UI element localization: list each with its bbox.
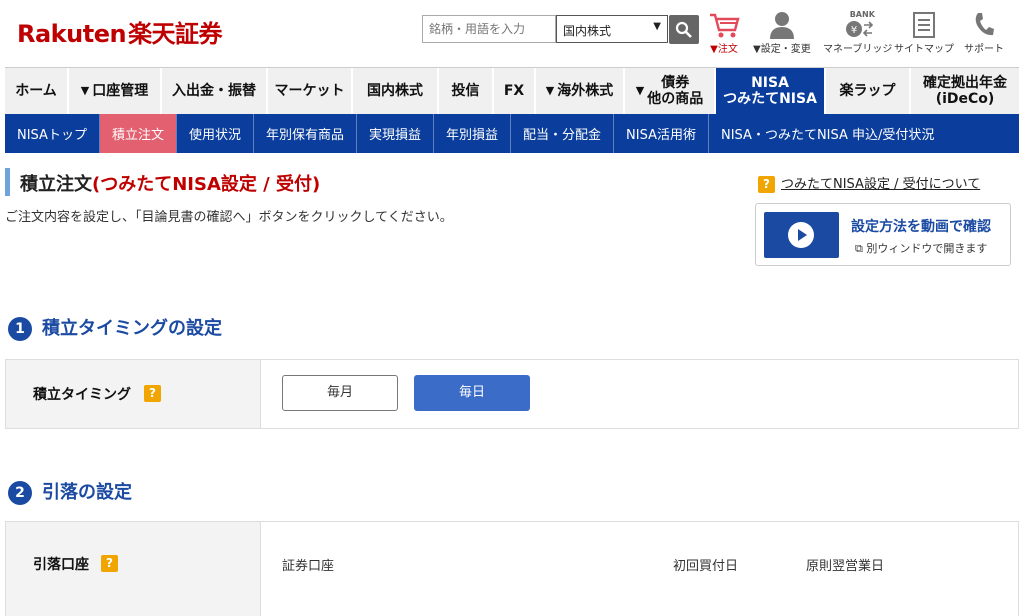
triangle-down-icon: ▼ bbox=[80, 84, 90, 97]
subnav-nisa-top[interactable]: NISAトップ bbox=[5, 114, 100, 153]
help-icon: ? bbox=[758, 176, 775, 193]
support-label: サポート bbox=[964, 44, 1004, 55]
nav-label: 投信 bbox=[451, 83, 480, 99]
subnav-yearly-holdings[interactable]: 年別保有商品 bbox=[254, 114, 357, 153]
rakuten-logo[interactable]: Rakuten楽天証券 bbox=[17, 14, 223, 49]
nav-ideco[interactable]: 確定拠出年金 (iDeCo) bbox=[911, 68, 1019, 114]
subnav-yearly-pl[interactable]: 年別損益 bbox=[434, 114, 512, 153]
nav-label: NISA bbox=[751, 75, 789, 91]
nav-label: 入出金・振替 bbox=[172, 83, 256, 99]
nav-deposit[interactable]: 入出金・振替 bbox=[162, 68, 268, 114]
nav-label: 債券 bbox=[661, 75, 690, 91]
sitemap-label: サイトマップ bbox=[894, 44, 954, 55]
nav-label: 口座管理 bbox=[92, 83, 149, 99]
page-title-main: 積立注文 bbox=[20, 174, 92, 195]
title-accent-bar bbox=[5, 168, 10, 196]
nav-bonds[interactable]: ▼ 債券 他の商品 bbox=[625, 68, 716, 114]
phone-icon bbox=[975, 13, 994, 36]
sitemap-link[interactable]: サイトマップ bbox=[894, 10, 954, 55]
timing-label-cell: 積立タイミング ? bbox=[6, 360, 261, 428]
svg-text:¥: ¥ bbox=[851, 25, 857, 36]
nav-rakuwrap[interactable]: 楽ラップ bbox=[826, 68, 911, 114]
daily-option-button[interactable]: 毎日 bbox=[414, 375, 530, 411]
page-title: 積立注文(つみたてNISA設定 / 受付) bbox=[20, 170, 320, 196]
nav-label: 海外株式 bbox=[557, 83, 614, 99]
logo-en: Rakuten bbox=[17, 20, 127, 48]
nav-label: 国内株式 bbox=[367, 83, 423, 99]
subnav-order[interactable]: 積立注文 bbox=[99, 114, 177, 153]
sub-nav: NISAトップ 積立注文 使用状況 年別保有商品 実現損益 年別損益 配当・分配… bbox=[5, 114, 1019, 153]
nav-label: ホーム bbox=[15, 83, 57, 99]
bank-icon: BANK ¥ bbox=[838, 10, 878, 40]
triangle-down-icon: ▼ bbox=[635, 84, 645, 97]
withdrawal-label-cell: 引落口座 ? bbox=[6, 522, 261, 616]
first-buy-value: 原則翌営業日 bbox=[806, 559, 885, 574]
market-select[interactable]: 国内株式 ▼ bbox=[556, 15, 668, 43]
market-select-value: 国内株式 bbox=[563, 24, 612, 38]
nav-home[interactable]: ホーム bbox=[5, 68, 69, 114]
settings-label: ▼設定・変更 bbox=[753, 44, 811, 55]
nav-foreign-stocks[interactable]: ▼ 海外株式 bbox=[536, 68, 625, 114]
step-number: 2 bbox=[8, 481, 32, 505]
account-value: 証券口座 bbox=[282, 559, 335, 574]
section-withdrawal-heading: 2 引落の設定 bbox=[8, 478, 132, 505]
instruction-text: ご注文内容を設定し、「目論見書の確認へ」ボタンをクリックしてください。 bbox=[5, 210, 453, 225]
user-icon bbox=[769, 12, 794, 39]
subnav-usage[interactable]: 使用状況 bbox=[177, 114, 254, 153]
settings-menu[interactable]: ▼設定・変更 bbox=[753, 10, 811, 55]
search-icon bbox=[675, 21, 692, 38]
header: Rakuten楽天証券 国内株式 ▼ ▼注文 ▼設定・変更 BANK bbox=[0, 0, 1024, 66]
nisa-help-link[interactable]: ? つみたてNISA設定 / 受付について bbox=[758, 173, 980, 193]
nav-label: FX bbox=[503, 83, 525, 99]
subnav-application-status[interactable]: NISA・つみたてNISA 申込/受付状況 bbox=[709, 114, 946, 153]
first-buy-label: 初回買付日 bbox=[673, 559, 739, 574]
money-bridge-label: マネーブリッジ bbox=[823, 44, 893, 55]
monthly-option-button[interactable]: 毎月 bbox=[282, 375, 398, 411]
page-title-sub: (つみたてNISA設定 / 受付) bbox=[92, 174, 321, 195]
step-number: 1 bbox=[8, 317, 32, 341]
play-icon bbox=[788, 222, 814, 248]
subnav-dividends[interactable]: 配当・分配金 bbox=[511, 114, 615, 153]
order-label: ▼注文 bbox=[710, 44, 738, 55]
support-link[interactable]: サポート bbox=[964, 10, 1004, 55]
nav-nisa[interactable]: NISA つみたてNISA bbox=[716, 68, 826, 114]
nav-label: 楽ラップ bbox=[839, 83, 896, 99]
nav-label: マーケット bbox=[274, 83, 345, 99]
help-link-text: つみたてNISA設定 / 受付について bbox=[781, 177, 981, 192]
subnav-nisa-tips[interactable]: NISA活用術 bbox=[614, 114, 709, 153]
money-bridge-link[interactable]: BANK ¥ マネーブリッジ bbox=[823, 10, 892, 55]
cart-icon bbox=[710, 13, 740, 38]
section-timing-heading: 1 積立タイミングの設定 bbox=[8, 314, 222, 341]
nav-account[interactable]: ▼ 口座管理 bbox=[69, 68, 162, 114]
main-nav: ホーム ▼ 口座管理 入出金・振替 マーケット 国内株式 投信 FX ▼ 海外株式 … bbox=[5, 67, 1019, 114]
nav-market[interactable]: マーケット bbox=[268, 68, 353, 114]
triangle-down-icon: ▼ bbox=[545, 84, 555, 97]
withdrawal-help-icon[interactable]: ? bbox=[101, 555, 118, 572]
sitemap-icon bbox=[913, 12, 935, 38]
nav-fx[interactable]: FX bbox=[494, 68, 536, 114]
nav-label: 確定拠出年金 bbox=[923, 75, 1007, 91]
section-title: 引落の設定 bbox=[42, 482, 132, 503]
order-menu[interactable]: ▼注文 bbox=[706, 10, 742, 55]
subnav-realized-pl[interactable]: 実現損益 bbox=[357, 114, 435, 153]
nav-label-2: 他の商品 bbox=[647, 91, 704, 107]
search-input[interactable] bbox=[422, 15, 556, 43]
withdrawal-label: 引落口座 bbox=[33, 557, 89, 573]
video-subtitle-text: 別ウィンドウで開きます bbox=[866, 242, 988, 255]
nav-funds[interactable]: 投信 bbox=[439, 68, 494, 114]
search-button[interactable] bbox=[669, 15, 699, 44]
video-thumbnail bbox=[764, 212, 839, 258]
video-guide-button[interactable]: 設定方法を動画で確認 ⧉ 別ウィンドウで開きます bbox=[755, 203, 1011, 266]
video-title: 設定方法を動画で確認 bbox=[851, 219, 991, 235]
video-subtitle: ⧉ 別ウィンドウで開きます bbox=[855, 240, 987, 256]
nav-label-2: つみたてNISA bbox=[723, 91, 817, 107]
logo-jp: 楽天証券 bbox=[128, 20, 223, 48]
new-window-icon: ⧉ bbox=[855, 242, 863, 255]
nav-label-2: (iDeCo) bbox=[935, 91, 995, 107]
timing-help-icon[interactable]: ? bbox=[144, 385, 161, 402]
chevron-down-icon: ▼ bbox=[653, 21, 661, 32]
nav-domestic-stocks[interactable]: 国内株式 bbox=[353, 68, 439, 114]
timing-label: 積立タイミング bbox=[33, 387, 131, 403]
section-title: 積立タイミングの設定 bbox=[42, 318, 222, 339]
